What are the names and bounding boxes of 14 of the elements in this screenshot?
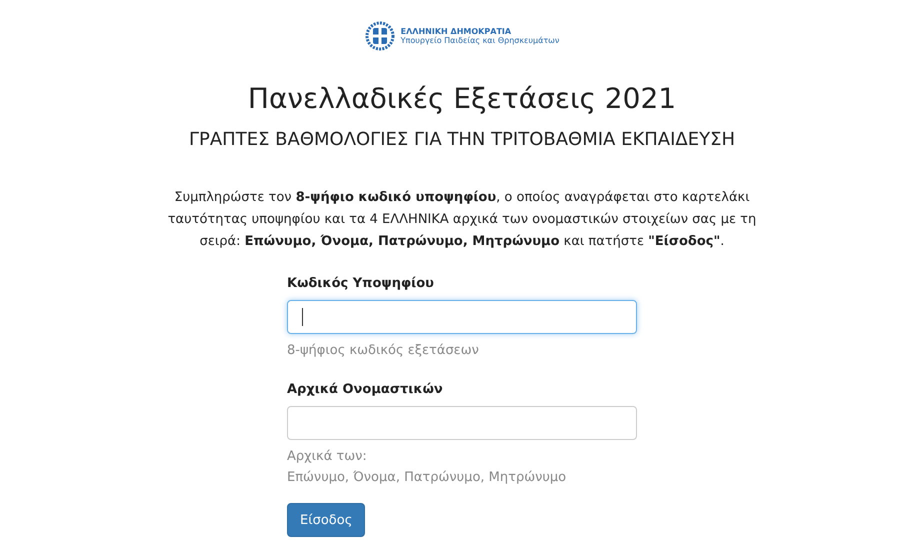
emblem-icon	[364, 21, 395, 51]
ministry-name: Υπουργείο Παιδείας και Θρησκευμάτων	[400, 36, 560, 45]
help-text: Αρχικά των:	[287, 448, 368, 466]
help-text: 8-ψήφιος κωδικός εξετάσεων	[287, 342, 479, 360]
input-field[interactable]	[287, 300, 637, 334]
help-text: Επώνυμο, Όνομα, Πατρώνυμο, Μητρώνυμο	[287, 469, 566, 487]
submit-button[interactable]: Είσοδος	[287, 503, 366, 537]
input-field[interactable]	[287, 406, 637, 440]
org-name: ΕΛΛΗΝΙΚΗ ΔΗΜΟΚΡΑΤΙΑ	[400, 27, 512, 36]
page-title: Πανελλαδικές Εξετάσεις 2021	[248, 82, 676, 115]
page-subtitle: ΓΡΑΠΤΕΣ ΒΑΘΜΟΛΟΓΙΕΣ ΓΙΑ ΤΗΝ ΤΡΙΤΟΒΑΘΜΙΑ ΕΚΠΑΙΔΕΥΣΗ	[188, 129, 736, 150]
field-label: Αρχικά Ονομαστικών	[287, 381, 443, 399]
field-label: Κωδικός Υποψηφίου	[287, 275, 434, 293]
instructions-text: Συμπληρώστε τον 8-ψήφιο κωδικό υποψηφίου, ο οποίος αναγράφεται στο καρτελάκι ταυτότητας υποψηφίου και τα 4 ΕΛΛΗΝΙΚΑ αρχικά των ονομαστικών στοιχείων σας με τη σειρά: Επώνυμο, Όνομα, Πατρώνυμο, Μητρώνυμο και πατήστε "Είσοδος".	[166, 189, 758, 251]
